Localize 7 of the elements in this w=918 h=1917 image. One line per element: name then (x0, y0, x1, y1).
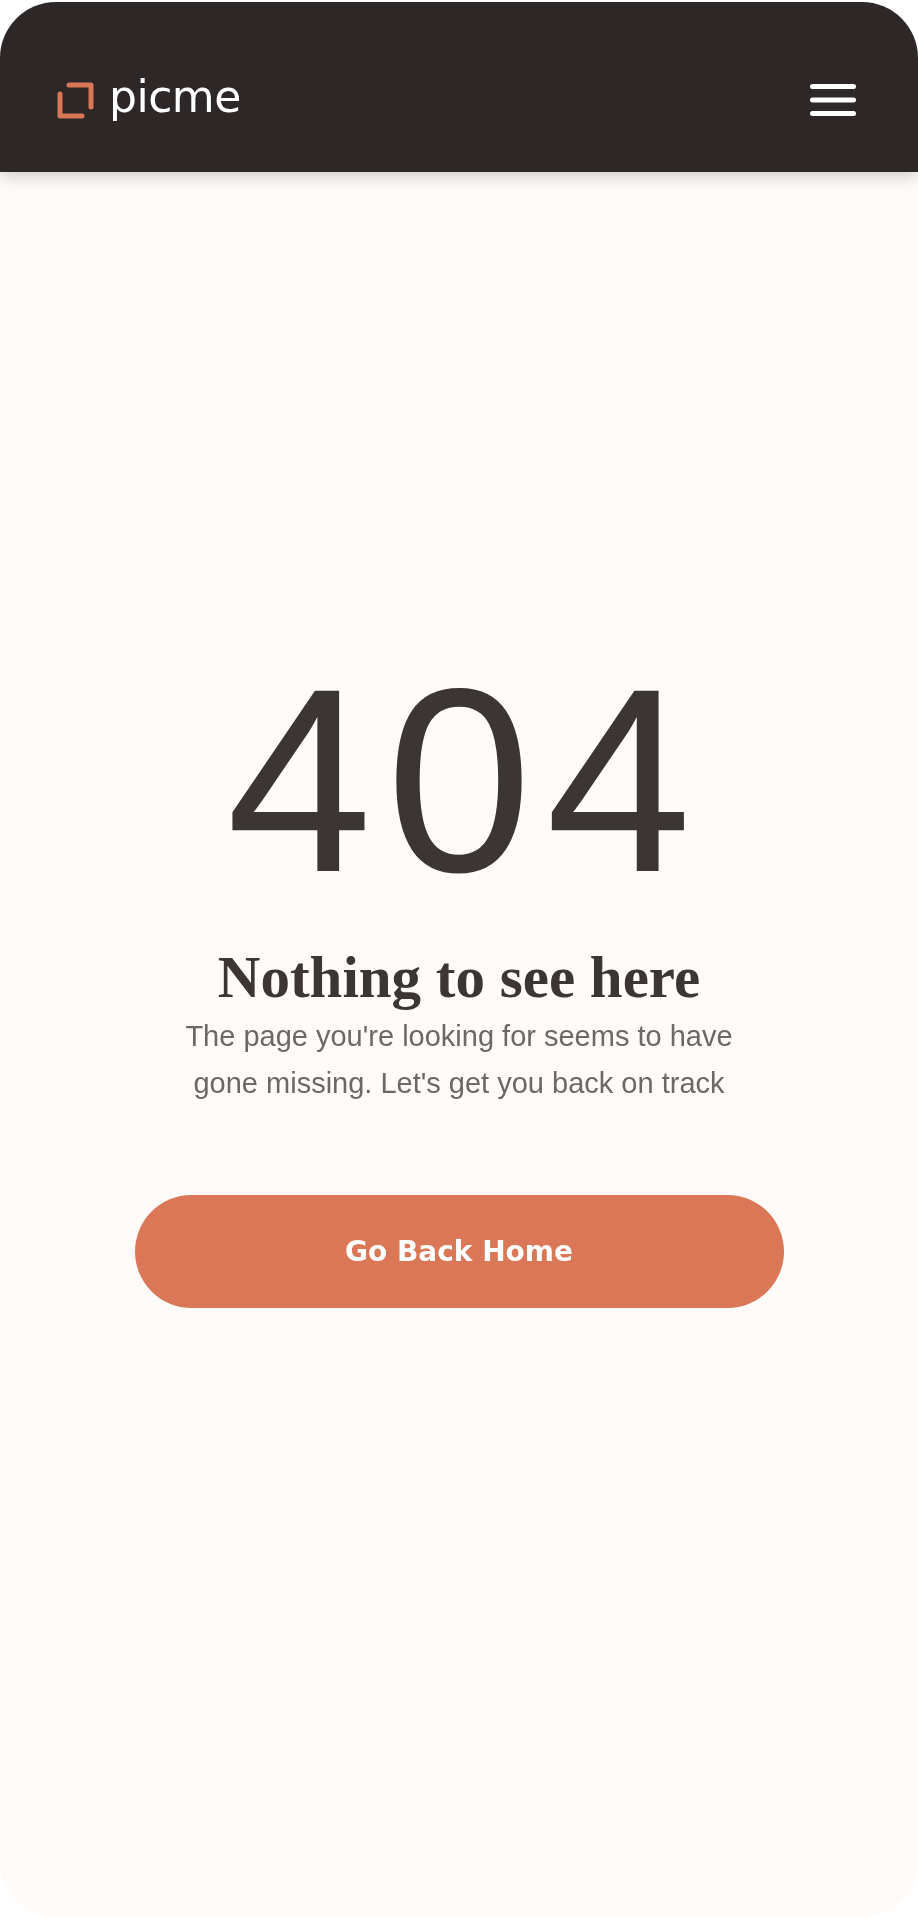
error-code: 404 (226, 650, 706, 912)
menu-icon (810, 84, 856, 116)
logo-link[interactable]: picme (57, 75, 241, 125)
menu-button[interactable] (810, 84, 856, 116)
error-message: The page you're looking for seems to have gone missing. Let's get you back on track (184, 1018, 734, 1101)
logo-icon (57, 81, 94, 119)
error-title: Nothing to see here (217, 943, 701, 1012)
